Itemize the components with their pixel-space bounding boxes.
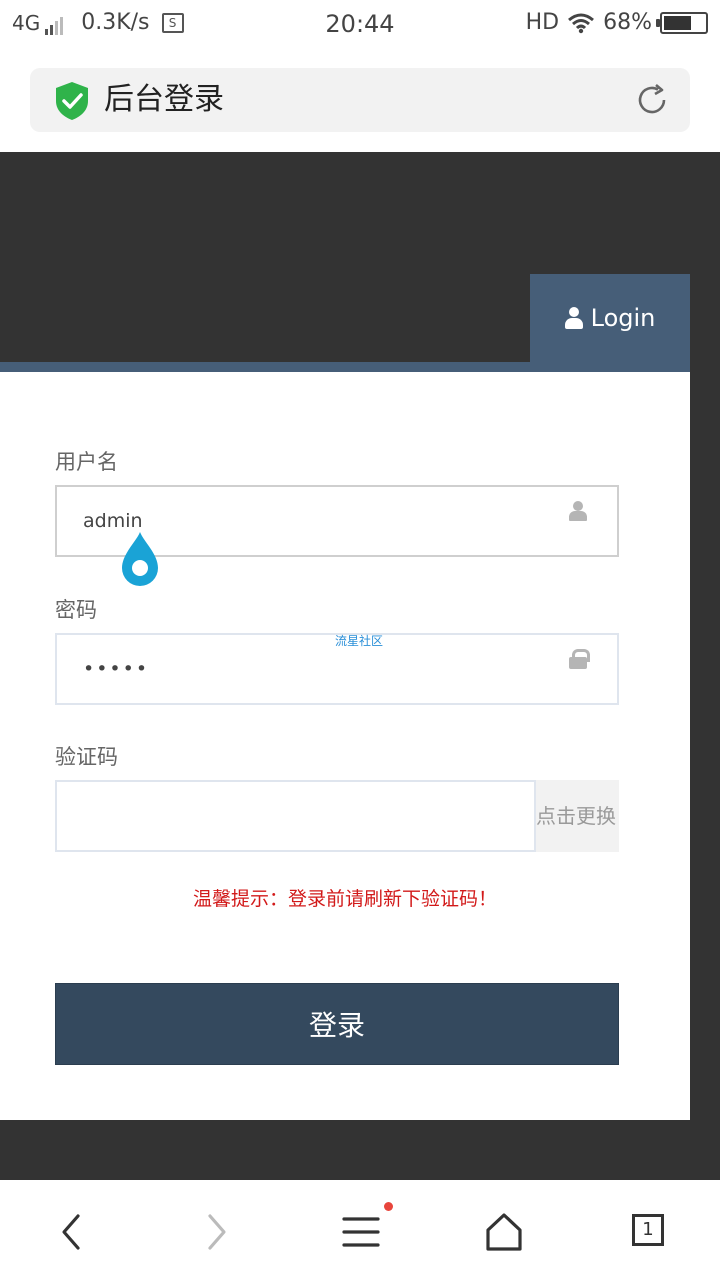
login-tab[interactable]: Login (530, 274, 690, 362)
refresh-captcha-button[interactable]: 点击更换 (536, 780, 619, 852)
user-icon (564, 307, 583, 329)
lock-icon (569, 649, 590, 669)
captcha-input[interactable] (55, 780, 536, 852)
address-bar[interactable]: 后台登录 (30, 68, 690, 132)
page-background: Login 用户名 密码 验证码 点击更换 温馨提示：登录前请刷新下验证码！ 登… (0, 152, 720, 1180)
menu-icon[interactable] (339, 1210, 383, 1254)
hd-indicator: HD (525, 10, 560, 35)
login-tab-label: Login (590, 304, 656, 332)
battery-percent: 68% (603, 10, 652, 35)
home-icon[interactable] (482, 1210, 526, 1254)
username-label: 用户名 (55, 450, 118, 474)
password-input[interactable] (57, 635, 537, 703)
password-label: 密码 (55, 598, 97, 622)
browser-toolbar: 后台登录 (0, 52, 720, 152)
back-icon[interactable] (50, 1210, 94, 1254)
refresh-icon[interactable] (634, 82, 670, 118)
tabs-button[interactable]: 1 (632, 1214, 664, 1246)
text-cursor-handle-icon[interactable] (118, 530, 162, 590)
user-icon (569, 501, 587, 521)
tip-text: 温馨提示：登录前请刷新下验证码！ (192, 888, 497, 910)
login-card: 用户名 密码 验证码 点击更换 温馨提示：登录前请刷新下验证码！ 登录 (0, 372, 690, 1120)
notification-dot (384, 1202, 393, 1211)
card-header-bar (0, 362, 690, 372)
bottom-navigation: 1 (0, 1180, 720, 1280)
login-submit-button[interactable]: 登录 (55, 983, 619, 1065)
watermark: 流星社区 (335, 634, 384, 648)
status-right: HD 68% (526, 10, 708, 35)
forward-icon[interactable] (194, 1210, 238, 1254)
status-bar: 4G 0.3K/s S 20:44 HD 68% (0, 0, 720, 52)
shield-check-icon (56, 82, 88, 120)
page-title: 后台登录 (104, 82, 224, 117)
wifi-icon (568, 13, 595, 33)
captcha-label: 验证码 (55, 745, 118, 769)
battery-icon (656, 11, 708, 34)
